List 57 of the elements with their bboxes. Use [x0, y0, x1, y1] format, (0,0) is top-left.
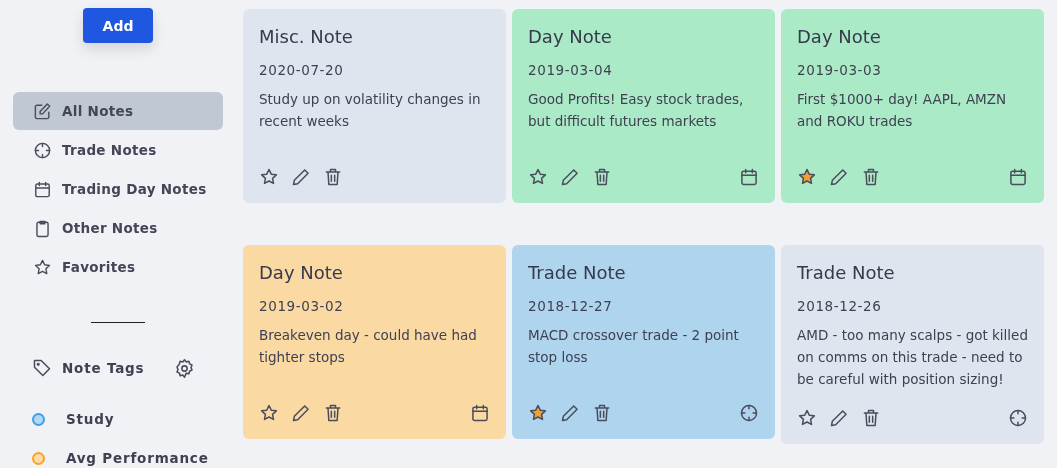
note-date: 2019-03-04 [528, 62, 614, 78]
note-title: Trade Note [797, 262, 896, 283]
star-icon[interactable] [33, 257, 52, 277]
pencil-icon[interactable] [291, 167, 311, 187]
add-button[interactable]: Add [83, 8, 153, 44]
note-title: Day Note [797, 26, 882, 47]
pencil-icon[interactable] [829, 167, 849, 187]
crosshair-icon[interactable] [33, 140, 52, 160]
sidebar-item[interactable]: All Notes [13, 92, 223, 131]
note-date: 2019-03-03 [797, 62, 883, 78]
note-text: Study up on volatility changes in recent weeks [259, 90, 482, 131]
note-text: AMD - too many scalps - got killed on comms on this trade - need to be careful with position sizing! [797, 326, 1028, 389]
settings-icon[interactable] [174, 357, 195, 379]
star-icon[interactable] [528, 167, 548, 187]
trash-icon[interactable] [592, 403, 612, 423]
pencil-icon[interactable] [560, 403, 580, 423]
note-date: 2018-12-27 [528, 298, 614, 314]
tag-icon[interactable] [32, 358, 52, 379]
clipboard-icon[interactable] [33, 218, 52, 238]
trash-icon[interactable] [323, 167, 343, 187]
note-title: Trade Note [528, 262, 627, 283]
trash-icon[interactable] [861, 167, 881, 187]
trash-icon[interactable] [592, 167, 612, 187]
note-text: Good Profits! Easy stock trades, but difficult futures markets [528, 90, 745, 131]
note-text: First $1000+ day! AAPL, AMZN and ROKU trades [797, 90, 1008, 131]
note-text: Breakeven day - could have had tighter stops [259, 326, 478, 367]
calendar-icon[interactable] [739, 167, 759, 187]
sidebar-item[interactable]: Trading Day Notes [13, 170, 223, 209]
note-date: 2020-07-20 [259, 62, 345, 78]
sidebar-item[interactable]: Favorites [13, 248, 223, 287]
section-title: Note Tags [62, 360, 146, 377]
crosshair-icon[interactable] [739, 403, 759, 423]
tag-label[interactable]: Study [66, 411, 115, 427]
calendar-icon[interactable] [470, 403, 490, 423]
pencil-icon[interactable] [829, 408, 849, 428]
note-date: 2019-03-02 [259, 298, 345, 314]
edit-icon[interactable] [33, 101, 52, 121]
star-icon[interactable] [528, 403, 548, 423]
calendar-icon[interactable] [33, 179, 52, 199]
note-title: Day Note [259, 262, 344, 283]
tag-label[interactable]: Avg Performance [66, 450, 209, 466]
note-title: Misc. Note [259, 26, 354, 47]
note-title: Day Note [528, 26, 613, 47]
note-date: 2018-12-26 [797, 298, 883, 314]
star-icon[interactable] [797, 408, 817, 428]
note-text: MACD crossover trade - 2 point stop loss [528, 326, 740, 367]
crosshair-icon[interactable] [1008, 408, 1028, 428]
pencil-icon[interactable] [560, 167, 580, 187]
star-icon[interactable] [797, 167, 817, 187]
trash-icon[interactable] [323, 403, 343, 423]
calendar-icon[interactable] [1008, 167, 1028, 187]
trash-icon[interactable] [861, 408, 881, 428]
sidebar-item[interactable]: Trade Notes [13, 131, 223, 170]
star-icon[interactable] [259, 403, 279, 423]
star-icon[interactable] [259, 167, 279, 187]
pencil-icon[interactable] [291, 403, 311, 423]
sidebar-item[interactable]: Other Notes [13, 209, 223, 248]
